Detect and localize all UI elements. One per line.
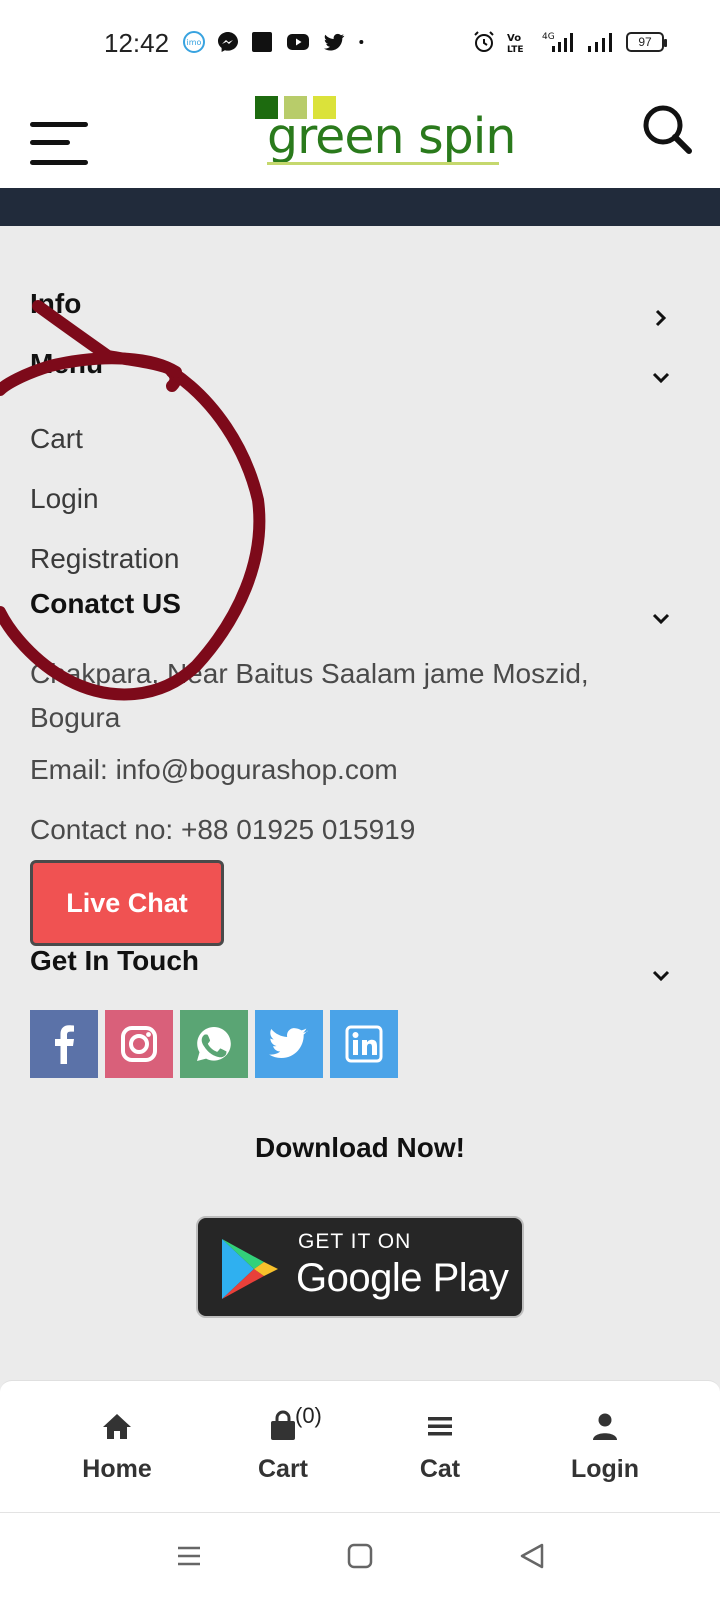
linkedin-icon [345, 1025, 383, 1063]
contact-phone[interactable]: Contact no: +88 01925 015919 [30, 808, 670, 852]
chevron-right-icon[interactable] [652, 309, 670, 327]
messenger-icon [218, 32, 238, 52]
live-chat-button[interactable]: Live Chat [30, 860, 224, 946]
footer-menu-registration-link[interactable]: Registration [30, 543, 179, 575]
chevron-down-icon[interactable] [652, 610, 670, 628]
nav-home[interactable]: Home [57, 1409, 177, 1484]
nav-cart-label: Cart [257, 1455, 308, 1483]
alarm-icon [474, 31, 494, 52]
volte-icon: VoLTE [507, 33, 524, 54]
dot-icon [359, 40, 364, 44]
chevron-down-icon[interactable] [652, 369, 670, 387]
search-icon[interactable] [640, 102, 694, 156]
home-system-icon[interactable] [345, 1541, 375, 1571]
nav-cart[interactable]: (0) Cart [223, 1403, 343, 1484]
instagram-icon [121, 1026, 157, 1062]
logo-underline [267, 162, 499, 165]
home-icon [103, 1414, 131, 1439]
instagram-button[interactable] [105, 1010, 173, 1078]
status-time: 12:42 [104, 28, 170, 58]
nav-login-label: Login [570, 1455, 640, 1483]
contact-email[interactable]: Email: info@bogurashop.com [30, 748, 670, 792]
notification-icons: imo [182, 30, 372, 54]
nav-home-label: Home [82, 1455, 152, 1483]
site-logo[interactable]: green spin [255, 96, 516, 166]
nav-categories-label: Cat [419, 1455, 461, 1483]
bottom-navigation: Home (0) Cart Cat Login [0, 1380, 720, 1512]
svg-text:imo: imo [187, 38, 202, 47]
social-links [30, 1010, 398, 1078]
footer-contact-title[interactable]: Conatct US [30, 588, 181, 620]
footer-get-in-touch-title[interactable]: Get In Touch [30, 945, 199, 977]
nav-login[interactable]: Login [545, 1409, 665, 1484]
download-title: Download Now! [255, 1132, 465, 1163]
svg-text:LTE: LTE [507, 45, 524, 54]
system-navigation-bar [0, 1512, 720, 1600]
hamburger-menu-button[interactable] [28, 106, 92, 165]
facebook-icon [55, 1025, 74, 1064]
signal-4g-icon: 4G [542, 32, 573, 52]
imo-icon: imo [183, 31, 205, 53]
back-icon[interactable] [517, 1541, 547, 1571]
play-badge-big-text: Google Play [296, 1256, 509, 1300]
twitter-icon [269, 1028, 308, 1058]
whatsapp-button[interactable] [180, 1010, 248, 1078]
footer-menu-cart-link[interactable]: Cart [30, 423, 83, 455]
svg-text:4G: 4G [542, 32, 555, 42]
logo-text: green spin [267, 108, 516, 165]
system-status-icons: Vo LTE 4G 97 [472, 30, 667, 54]
svg-text:Vo: Vo [507, 33, 521, 44]
menu-line [30, 122, 88, 127]
twitter-icon [324, 33, 345, 51]
footer-menu-title[interactable]: Menu [30, 348, 103, 380]
chevron-down-icon[interactable] [652, 967, 670, 985]
twitter-button[interactable] [255, 1010, 323, 1078]
recent-apps-icon[interactable] [174, 1541, 204, 1571]
contact-address: Chakpara, Near Baitus Saalam jame Moszid… [30, 658, 589, 733]
cart-count-badge: (0) [295, 1403, 322, 1428]
status-bar: 12:42 imo Vo LTE 4G 97 [0, 0, 720, 88]
app-square-icon [252, 32, 272, 52]
youtube-icon [287, 34, 309, 50]
user-icon [593, 1413, 617, 1440]
google-play-badge[interactable]: GET IT ON Google Play [196, 1216, 524, 1318]
menu-line [30, 160, 88, 165]
signal-icon [588, 33, 612, 52]
whatsapp-icon [197, 1027, 231, 1061]
nav-categories[interactable]: Cat [380, 1409, 500, 1484]
footer-menu-login-link[interactable]: Login [30, 483, 99, 515]
footer-info-title[interactable]: Info [30, 288, 81, 320]
app-header: green spin [0, 88, 720, 188]
facebook-button[interactable] [30, 1010, 98, 1078]
play-badge-small-text: GET IT ON [298, 1230, 412, 1253]
header-divider-band [0, 188, 720, 226]
linkedin-button[interactable] [330, 1010, 398, 1078]
google-play-icon [222, 1239, 278, 1299]
menu-line [30, 140, 70, 145]
battery-icon: 97 [626, 32, 667, 52]
list-icon [428, 1417, 452, 1436]
